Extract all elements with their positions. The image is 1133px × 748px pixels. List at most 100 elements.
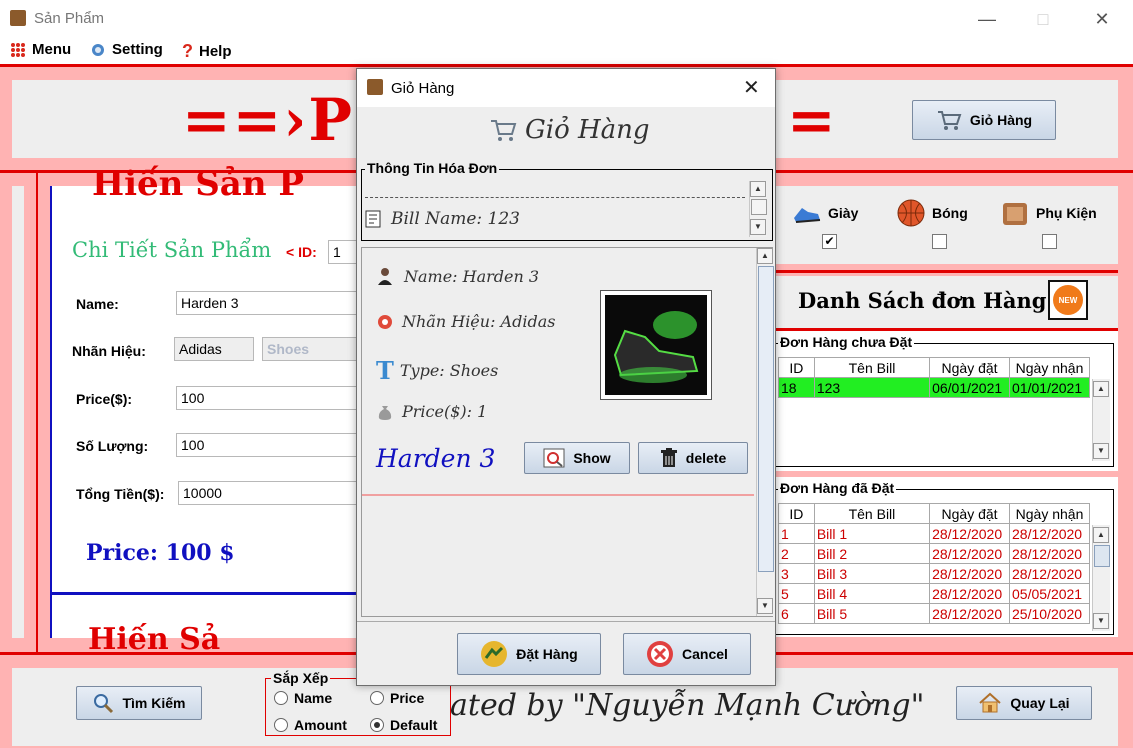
sort-option-amount[interactable]: Amount: [274, 717, 347, 733]
scroll-down-icon[interactable]: ▼: [757, 598, 773, 614]
table-row[interactable]: 18 123 06/01/2021 01/01/2021: [778, 377, 1090, 398]
category-shoes[interactable]: Giày: [792, 200, 858, 226]
menu-setting[interactable]: Setting: [90, 41, 163, 58]
cart-button[interactable]: Giỏ Hàng: [912, 100, 1056, 140]
minimize-button[interactable]: —: [972, 6, 1002, 32]
place-order-button[interactable]: Đặt Hàng: [457, 633, 601, 675]
quantity-label: Số Lượng:: [76, 438, 149, 454]
type-field[interactable]: Shoes: [262, 337, 368, 361]
brand-tag-icon: [378, 314, 392, 329]
home-icon: [979, 692, 1002, 713]
scroll-thumb[interactable]: [751, 199, 767, 215]
table-row[interactable]: 1 Bill 1 28/12/2020 28/12/2020: [778, 523, 1090, 544]
search-button[interactable]: Tìm Kiếm: [76, 686, 202, 720]
radio-selected-icon: [370, 718, 384, 732]
scroll-up-icon[interactable]: ▲: [1093, 381, 1109, 397]
column-header[interactable]: Ngày nhận: [1009, 503, 1090, 524]
name-field[interactable]: Harden 3: [176, 291, 366, 315]
total-field[interactable]: 10000: [178, 481, 366, 505]
table-cell: 01/01/2021: [1009, 377, 1090, 398]
price-field[interactable]: 100: [176, 386, 366, 410]
app-icon: [367, 79, 383, 95]
column-header[interactable]: Ngày đặt: [929, 503, 1011, 524]
order-icon: [481, 641, 508, 667]
column-header[interactable]: Tên Bill: [813, 503, 931, 524]
sort-option-price[interactable]: Price: [370, 690, 424, 706]
category-shoes-checkbox[interactable]: ✔: [822, 234, 837, 249]
table-row[interactable]: 3 Bill 3 28/12/2020 28/12/2020: [778, 563, 1090, 584]
item-price: Price($): 1: [402, 402, 488, 421]
cart-icon: [937, 111, 962, 130]
scroll-down-icon[interactable]: ▼: [1093, 443, 1109, 459]
column-header[interactable]: Tên Bill: [813, 357, 931, 378]
table-cell: Bill 5: [813, 603, 931, 624]
table-cell: 25/10/2020: [1009, 603, 1090, 624]
table-cell: 28/12/2020: [929, 543, 1011, 564]
sort-option-name[interactable]: Name: [274, 690, 332, 706]
divider: [365, 197, 745, 198]
id-label: < ID:: [286, 244, 317, 260]
delete-button[interactable]: delete: [638, 442, 748, 474]
column-header[interactable]: Ngày đặt: [929, 357, 1011, 378]
cancel-button[interactable]: Cancel: [623, 633, 751, 675]
quantity-field[interactable]: 100: [176, 433, 366, 457]
place-order-button-label: Đặt Hàng: [516, 646, 578, 662]
text-type-icon: T: [376, 356, 394, 385]
category-accessories[interactable]: Phụ Kiện: [1000, 198, 1097, 228]
scroll-up-icon[interactable]: ▲: [757, 248, 773, 264]
shoe-image: [605, 295, 707, 395]
scroll-thumb[interactable]: [758, 266, 774, 572]
pending-scrollbar[interactable]: ▲ ▼: [1092, 379, 1110, 461]
cart-button-label: Giỏ Hàng: [969, 112, 1033, 128]
menu-setting-label: Setting: [112, 41, 163, 58]
price-display: Price: 100 $: [86, 540, 235, 566]
placed-scrollbar[interactable]: ▲ ▼: [1092, 525, 1110, 631]
table-cell: 28/12/2020: [1009, 563, 1090, 584]
sort-option-default[interactable]: Default: [370, 717, 437, 733]
banner-text-right: =: [787, 86, 836, 154]
item-type-row: T Type: Shoes: [376, 356, 498, 385]
new-badge-text: NEW: [1053, 285, 1083, 315]
table-cell: 28/12/2020: [1009, 523, 1090, 544]
category-balls-checkbox[interactable]: [932, 234, 947, 249]
table-cell: Bill 1: [813, 523, 931, 544]
menu-bar: Menu Setting ? Help: [0, 38, 1133, 64]
cart-scrollbar[interactable]: ▲ ▼: [756, 248, 774, 616]
scroll-up-icon[interactable]: ▲: [1093, 527, 1109, 543]
scroll-down-icon[interactable]: ▼: [750, 219, 766, 235]
item-big-name: Harden 3: [376, 444, 496, 473]
name-label: Name:: [76, 296, 119, 312]
product-image: [600, 290, 712, 400]
table-cell: 5: [778, 583, 815, 604]
column-header[interactable]: ID: [778, 503, 815, 524]
bill-scrollbar[interactable]: ▲ ▼: [749, 181, 767, 237]
table-row[interactable]: 2 Bill 2 28/12/2020 28/12/2020: [778, 543, 1090, 564]
divider: [36, 172, 38, 652]
divider: [776, 270, 1118, 273]
table-cell: 123: [813, 377, 931, 398]
category-accessories-checkbox[interactable]: [1042, 234, 1057, 249]
menu-menu[interactable]: Menu: [10, 41, 71, 58]
sort-option-label: Price: [390, 690, 425, 706]
dialog-title-bar: Giỏ Hàng ✕: [357, 69, 775, 107]
table-row[interactable]: 6 Bill 5 28/12/2020 25/10/2020: [778, 603, 1090, 624]
brand-field[interactable]: Adidas: [174, 337, 254, 361]
table-row[interactable]: 5 Bill 4 28/12/2020 05/05/2021: [778, 583, 1090, 604]
column-header[interactable]: ID: [778, 357, 815, 378]
orders-title: Danh Sách đơn Hàng: [798, 288, 1047, 313]
close-button[interactable]: ✕: [1087, 6, 1117, 32]
category-balls[interactable]: Bóng: [896, 198, 968, 228]
dialog-close-button[interactable]: ✕: [743, 75, 760, 100]
gear-icon: [92, 43, 104, 56]
table-cell: 18: [778, 377, 815, 398]
menu-help[interactable]: ? Help: [182, 41, 232, 62]
maximize-button[interactable]: □: [1028, 6, 1058, 32]
table-cell: 28/12/2020: [929, 603, 1011, 624]
scroll-thumb[interactable]: [1094, 545, 1110, 567]
back-button[interactable]: Quay Lại: [956, 686, 1092, 720]
scroll-down-icon[interactable]: ▼: [1093, 613, 1109, 629]
scroll-up-icon[interactable]: ▲: [750, 181, 766, 197]
column-header[interactable]: Ngày nhận: [1009, 357, 1090, 378]
show-button[interactable]: Show: [524, 442, 630, 474]
document-icon: [365, 210, 381, 228]
